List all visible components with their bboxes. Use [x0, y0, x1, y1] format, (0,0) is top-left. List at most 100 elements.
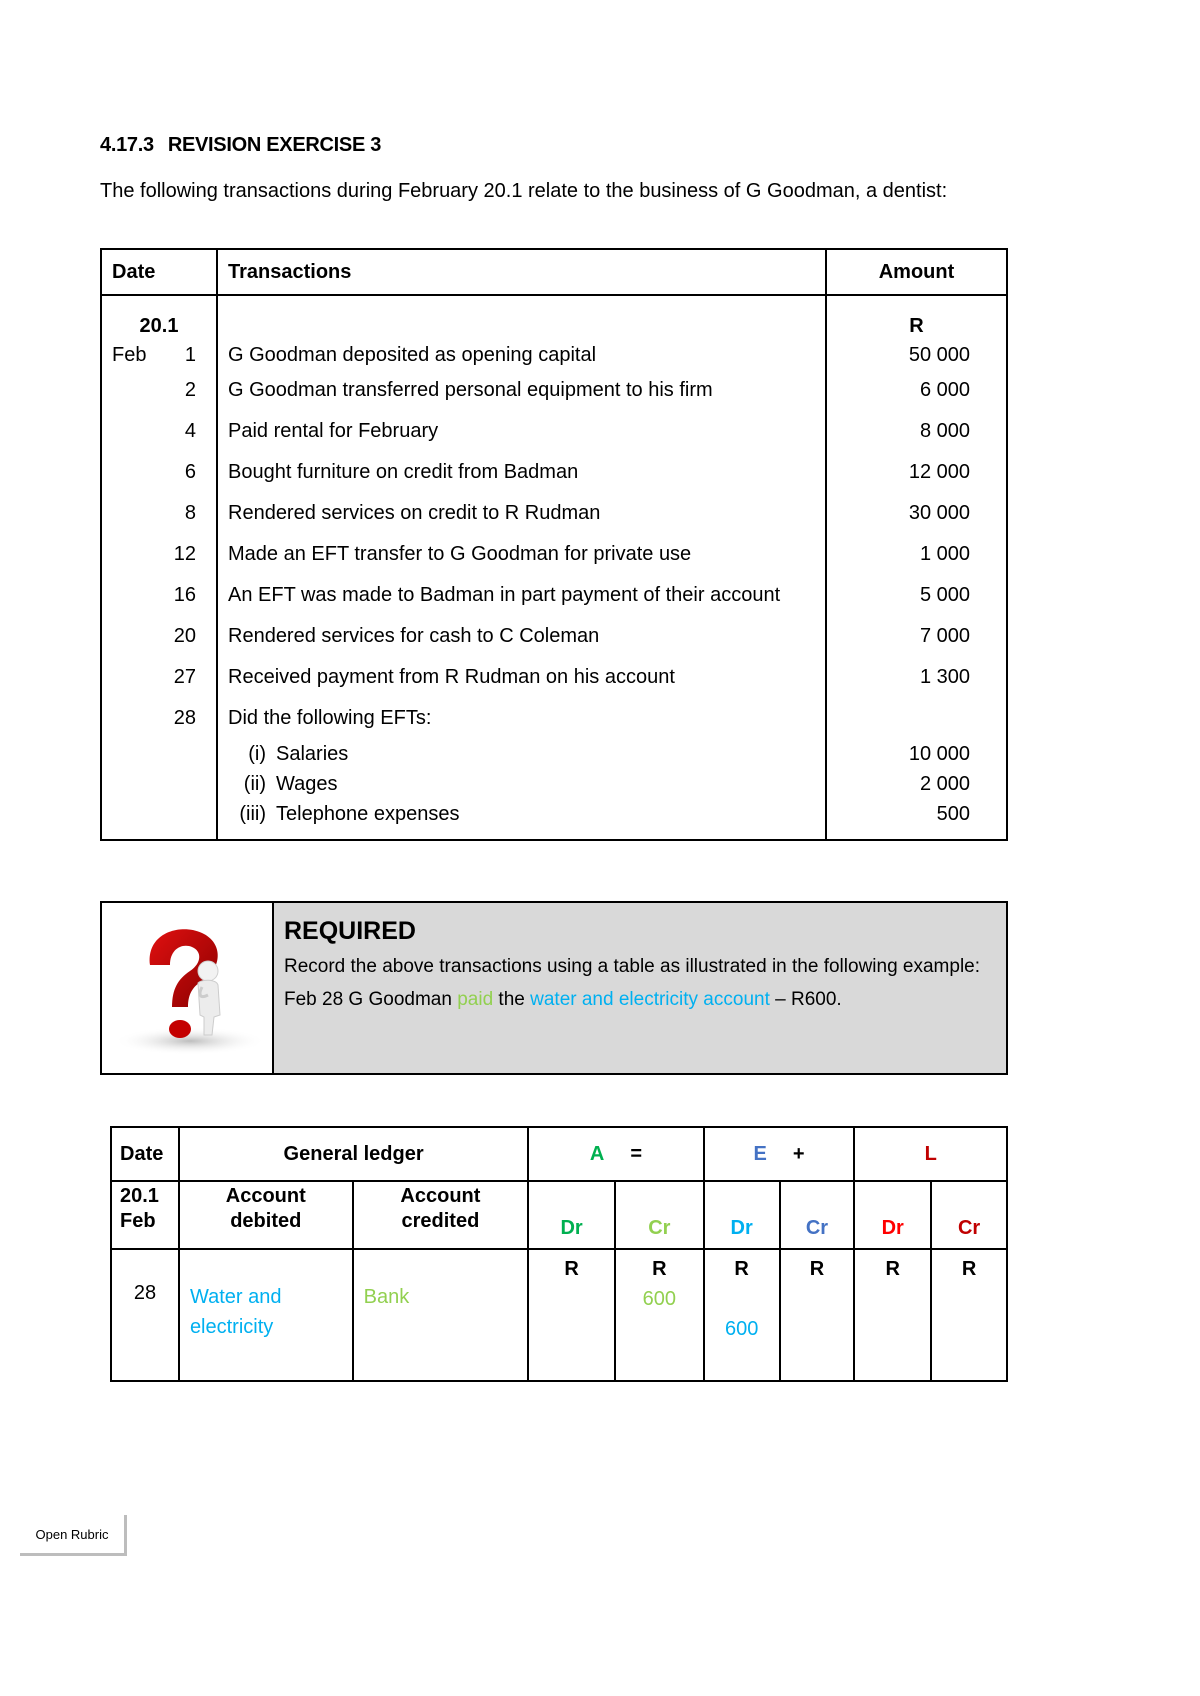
ledger-cell-assets-cr: R 600 — [613, 1248, 705, 1382]
transaction-amount: 12 000 — [825, 452, 1008, 493]
required-instructions: Record the above transactions using a ta… — [284, 956, 981, 977]
sub-item-index: (iii) — [239, 802, 266, 825]
header-account-credited: Account credited — [351, 1180, 530, 1250]
eft-sub-item-row: (ii) Wages 2 000 — [100, 769, 1008, 799]
transaction-row: 12 Made an EFT transfer to G Goodman for … — [100, 534, 1008, 575]
transaction-row: Feb 1 G Goodman deposited as opening capit… — [100, 340, 1008, 370]
currency-label: R — [885, 1258, 900, 1280]
sub-item-amount: 10 000 — [825, 739, 1008, 769]
transaction-amount: 7 000 — [825, 616, 1008, 657]
transaction-date: 12 — [100, 534, 218, 575]
currency-label: R — [734, 1258, 749, 1280]
header-transactions: Transactions — [216, 248, 827, 296]
example-part2: the — [493, 989, 531, 1010]
ledger-cell-equity-dr: R 600 — [702, 1248, 781, 1382]
transaction-description: An EFT was made to Badman in part paymen… — [216, 575, 827, 616]
assets-label: A — [589, 1142, 605, 1165]
empty-date-cell — [100, 739, 218, 769]
ledger-header-liabilities: L — [853, 1126, 1008, 1182]
day-label: 12 — [173, 543, 196, 565]
sub-item-description: Telephone expenses — [276, 802, 460, 825]
eft-sub-item-row: (iii) Telephone expenses 500 — [100, 799, 1008, 841]
equity-label: E — [753, 1142, 767, 1165]
open-rubric-badge[interactable]: Open Rubric — [20, 1515, 127, 1556]
account-credited-line1: Account — [400, 1185, 481, 1207]
transaction-date: 16 — [100, 575, 218, 616]
header-date: Date — [100, 248, 218, 296]
header-amount: Amount — [825, 248, 1008, 296]
debited-line2: electricity — [189, 1316, 274, 1338]
eft-sub-item: (i) Salaries — [216, 739, 827, 769]
equals-sign: = — [630, 1142, 643, 1165]
transaction-amount: 50 000 — [825, 340, 1008, 370]
ledger-cell-assets-dr: R — [527, 1248, 616, 1382]
eft-sub-item-row: (i) Salaries 10 000 — [100, 739, 1008, 769]
example-part1: Feb 28 G Goodman — [284, 989, 458, 1010]
question-mark-figure-icon — [102, 903, 274, 1073]
day-label: 2 — [184, 379, 196, 401]
transaction-date: 20 — [100, 616, 218, 657]
plus-sign: + — [792, 1142, 805, 1165]
transaction-description: Rendered services for cash to C Coleman — [216, 616, 827, 657]
value: 600 — [724, 1318, 759, 1340]
day-label: 8 — [184, 502, 196, 524]
ledger-year: 20.1 — [120, 1185, 159, 1207]
transaction-row: 2 G Goodman transferred personal equipmen… — [100, 370, 1008, 411]
required-title: REQUIRED — [284, 917, 416, 945]
ledger-header-year-month: 20.1 Feb — [110, 1180, 180, 1250]
day-label: 28 — [173, 707, 196, 729]
day-label: 16 — [173, 584, 196, 606]
transaction-row: 28 Did the following EFTs: — [100, 698, 1008, 739]
transaction-date: Feb 1 — [100, 340, 218, 370]
section-title: REVISION EXERCISE 3 — [167, 134, 382, 156]
transaction-row: 27 Received payment from R Rudman on his … — [100, 657, 1008, 698]
currency-label: R — [961, 1258, 977, 1280]
ledger-header-row-2: 20.1 Feb Account debited Account credited D… — [110, 1180, 1008, 1250]
year-cell: 20.1 — [100, 295, 218, 340]
ledger-header-general-ledger: General ledger — [177, 1126, 530, 1182]
transaction-amount: 6 000 — [825, 370, 1008, 411]
transaction-description: G Goodman transferred personal equipment… — [216, 370, 827, 411]
debited-line1: Water and — [189, 1286, 282, 1308]
example-paid: paid — [457, 989, 494, 1010]
transaction-description: G Goodman deposited as opening capital — [216, 340, 827, 370]
empty-cell — [216, 295, 827, 340]
transaction-date: 27 — [100, 657, 218, 698]
intro-paragraph: The following transactions during Februa… — [100, 180, 948, 202]
liabilities-label: L — [924, 1142, 937, 1165]
day-label: 4 — [184, 420, 196, 442]
account-debited-line2: debited — [230, 1210, 302, 1232]
transaction-row: 8 Rendered services on credit to R Rudman… — [100, 493, 1008, 534]
transaction-amount: 1 300 — [825, 657, 1008, 698]
transaction-amount: 30 000 — [825, 493, 1008, 534]
transaction-amount: 1 000 — [825, 534, 1008, 575]
header-liabilities-dr: Dr — [853, 1180, 933, 1250]
required-content: REQUIRED Record the above transactions u… — [274, 903, 1006, 1073]
eft-sub-item: (iii) Telephone expenses — [216, 799, 827, 841]
header-equity-dr: Dr — [702, 1180, 781, 1250]
currency-label: R — [809, 1258, 825, 1280]
transaction-date: 6 — [100, 452, 218, 493]
currency-label: R — [652, 1258, 667, 1280]
transaction-date: 28 — [100, 698, 218, 739]
question-mark-illustration — [114, 929, 266, 1055]
currency-label: R — [564, 1258, 579, 1280]
sub-item-amount: 500 — [825, 799, 1008, 841]
account-debited-line1: Account — [225, 1185, 306, 1207]
header-account-debited: Account debited — [177, 1180, 354, 1250]
exercise-heading: 4.17.3 REVISION EXERCISE 3 — [100, 134, 381, 157]
sub-item-description: Wages — [276, 772, 338, 795]
eft-sub-item: (ii) Wages — [216, 769, 827, 799]
empty-date-cell — [100, 769, 218, 799]
ledger-row-day: 28 — [110, 1248, 180, 1382]
ledger-month: Feb — [120, 1210, 156, 1232]
transactions-header-row: Date Transactions Amount — [100, 248, 1008, 296]
header-assets-dr: Dr — [527, 1180, 616, 1250]
transaction-description: Paid rental for February — [216, 411, 827, 452]
transaction-description: Rendered services on credit to R Rudman — [216, 493, 827, 534]
year-row: 20.1 R — [100, 295, 1008, 340]
transactions-table: Date Transactions Amount 20.1 R Feb 1 G Go… — [100, 248, 1008, 841]
ledger-header-assets: A = — [527, 1126, 705, 1182]
transaction-description: Received payment from R Rudman on his ac… — [216, 657, 827, 698]
transaction-date: 2 — [100, 370, 218, 411]
